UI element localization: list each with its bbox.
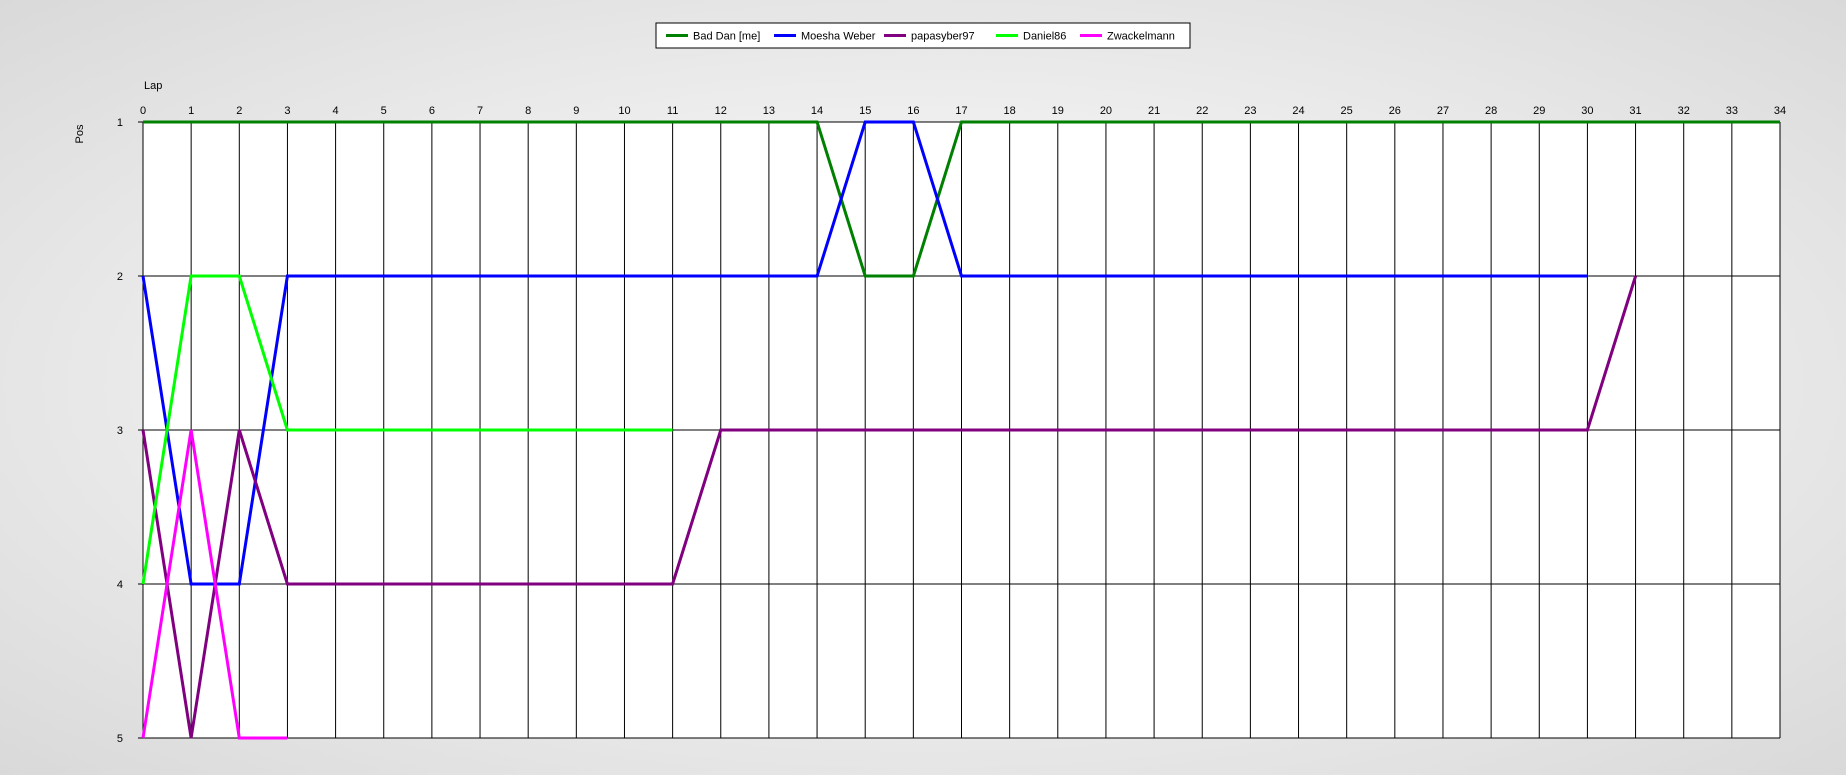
x-tick-label-13: 13 [763, 105, 775, 117]
x-tick-label-23: 23 [1244, 105, 1256, 117]
x-tick-label-21: 21 [1148, 105, 1160, 117]
y-tick-label-1: 1 [117, 117, 123, 129]
y-axis-label: Pos [74, 124, 86, 143]
x-tick-label-7: 7 [477, 105, 483, 117]
x-tick-label-29: 29 [1533, 105, 1545, 117]
x-tick-label-18: 18 [1004, 105, 1016, 117]
x-tick-label-31: 31 [1629, 105, 1641, 117]
x-tick-label-24: 24 [1292, 105, 1304, 117]
y-tick-labels: 1 2 3 4 5 [117, 117, 123, 745]
x-tick-label-27: 27 [1437, 105, 1449, 117]
y-tick-label-2: 2 [117, 271, 123, 283]
x-tick-label-14: 14 [811, 105, 823, 117]
x-tick-label-11: 11 [667, 105, 678, 117]
x-tick-label-2: 2 [236, 105, 242, 117]
legend-label-3: Daniel86 [1023, 31, 1066, 43]
x-tick-label-1: 1 [188, 105, 194, 117]
y-tick-label-4: 4 [117, 579, 123, 591]
legend-label-4: Zwackelmann [1107, 31, 1175, 43]
x-tick-label-32: 32 [1678, 105, 1690, 117]
legend-label-0: Bad Dan [me] [693, 31, 760, 43]
x-tick-label-30: 30 [1581, 105, 1593, 117]
x-tick-label-26: 26 [1389, 105, 1401, 117]
legend-label-1: Moesha Weber [801, 31, 876, 43]
x-tick-label-20: 20 [1100, 105, 1112, 117]
x-tick-label-10: 10 [618, 105, 630, 117]
x-tick-label-15: 15 [859, 105, 871, 117]
x-tick-label-22: 22 [1196, 105, 1208, 117]
x-tick-label-8: 8 [525, 105, 531, 117]
x-tick-label-0: 0 [140, 105, 146, 117]
x-tick-label-3: 3 [284, 105, 290, 117]
x-tick-label-12: 12 [715, 105, 727, 117]
legend: Bad Dan [me] Moesha Weber papasyber97 Danie… [655, 22, 1191, 49]
race-position-chart: Bad Dan [me] Moesha Weber papasyber97 Danie… [0, 0, 1846, 770]
chart-svg: Bad Dan [me] Moesha Weber papasyber97 Danie… [74, 22, 1786, 745]
x-tick-label-17: 17 [955, 105, 967, 117]
x-tick-label-6: 6 [429, 105, 435, 117]
legend-label-2: papasyber97 [911, 31, 975, 43]
x-tick-labels: 0 1 2 3 4 5 6 7 8 9 10 11 12 13 14 15 16 17 18 19 20 21 22 23 24… [140, 105, 1786, 117]
x-tick-label-33: 33 [1726, 105, 1738, 117]
x-tick-label-19: 19 [1052, 105, 1064, 117]
y-tick-label-3: 3 [117, 425, 123, 437]
x-tick-label-9: 9 [573, 105, 579, 117]
y-tick-label-5: 5 [117, 733, 123, 745]
x-tick-label-25: 25 [1341, 105, 1353, 117]
x-tick-label-34: 34 [1774, 105, 1786, 117]
x-tick-label-5: 5 [381, 105, 387, 117]
x-tick-label-28: 28 [1485, 105, 1497, 117]
x-tick-label-4: 4 [333, 105, 339, 117]
x-axis-label: Lap [144, 80, 162, 92]
x-tick-label-16: 16 [907, 105, 919, 117]
